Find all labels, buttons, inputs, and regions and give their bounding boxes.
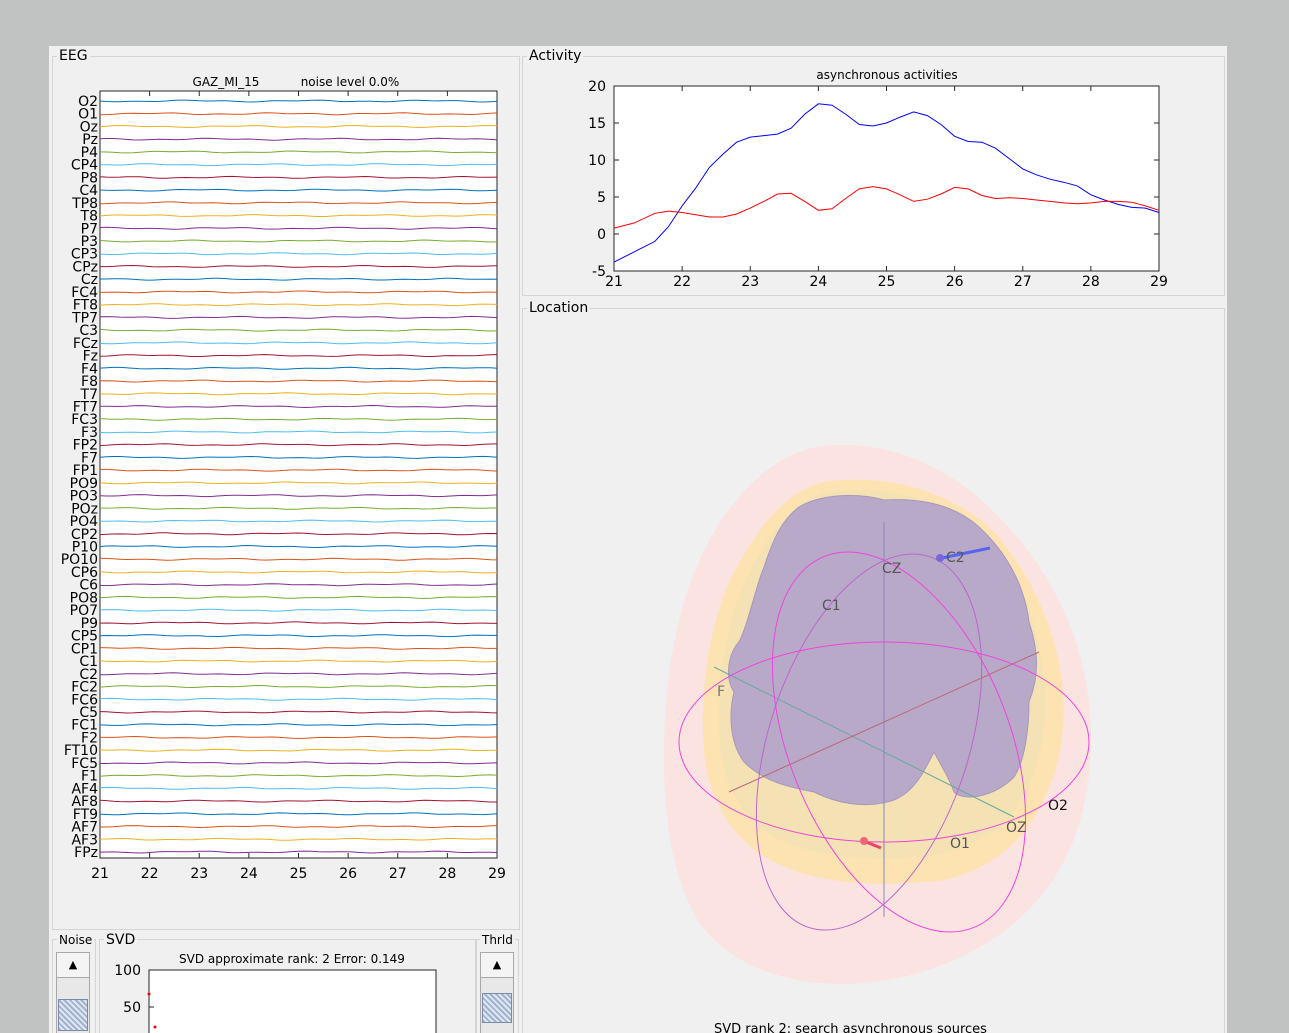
activity-ytick-label: 10 [588, 153, 606, 169]
eeg-panel-title: EEG [57, 48, 90, 64]
svd-plot-title: SVD approximate rank: 2 Error: 0.149 [179, 952, 405, 966]
activity-chart[interactable]: asynchronous activities 21 22 23 24 25 26 27 28… [524, 64, 1224, 296]
eeg-noise-level-label: noise level 0.0% [301, 75, 400, 89]
eeg-xtick-label: 21 [91, 866, 109, 882]
activity-xtick-label: 22 [673, 274, 691, 290]
activity-panel-title: Activity [527, 48, 584, 64]
activity-chart-title: asynchronous activities [816, 68, 957, 82]
noise-scroll-up-button[interactable]: ▲ [57, 953, 89, 978]
location-panel-title: Location [527, 300, 591, 316]
svd-ytick-50: 50 [123, 1000, 141, 1016]
threshold-panel-title: Thrld [480, 932, 515, 948]
noise-panel-title: Noise [57, 932, 95, 948]
activity-ytick-label: -5 [592, 264, 606, 280]
brain-surface [728, 495, 1037, 806]
svd-axes-box [148, 969, 437, 1033]
eeg-xtick-label: 26 [339, 866, 357, 882]
electrode-label-o1: O1 [950, 836, 970, 852]
electrode-label-o2: O2 [1048, 798, 1068, 814]
activity-xtick-label: 27 [1014, 274, 1032, 290]
noise-scroll-thumb[interactable] [58, 999, 88, 1031]
activity-xtick-label: 25 [878, 274, 896, 290]
threshold-scroll-thumb[interactable] [482, 993, 512, 1023]
svd-point-1 [147, 992, 151, 996]
dipole-blue-origin [936, 554, 944, 562]
eeg-xtick-label: 23 [190, 866, 208, 882]
electrode-label-cz: CZ [882, 561, 901, 577]
activity-xtick-label: 21 [605, 274, 623, 290]
activity-ytick-label: 15 [588, 116, 606, 132]
eeg-xtick-label: 24 [240, 866, 258, 882]
brain-3d-view[interactable]: C2 CZ C1 O2 OZ O1 F [524, 322, 1224, 1033]
activity-ytick-label: 20 [588, 79, 606, 95]
electrode-label-partial: F [717, 684, 725, 700]
dipole-red-origin [860, 837, 868, 845]
svd-point-2 [153, 1025, 157, 1029]
activity-xtick-label: 28 [1082, 274, 1100, 290]
threshold-scrollbar[interactable]: ▲ [480, 952, 514, 1033]
electrode-label-c2: C2 [946, 550, 965, 566]
svd-plot[interactable]: SVD approximate rank: 2 Error: 0.149 100… [99, 946, 477, 1033]
eeg-subject-label: GAZ_MI_15 [193, 75, 260, 89]
svd-ytick-100: 100 [114, 963, 141, 979]
eeg-channel-label: FPz [74, 845, 98, 861]
app-window: EEG GAZ_MI_15 noise level 0.0% O2 O1 Oz Pz P… [49, 46, 1227, 1033]
noise-scrollbar[interactable]: ▲ [56, 952, 90, 1033]
electrode-label-c1: C1 [822, 598, 841, 614]
location-status-caption: SVD rank 2: search asynchronous sources [714, 1022, 987, 1033]
electrode-label-oz: OZ [1006, 820, 1027, 836]
activity-axes-box [613, 85, 1160, 272]
activity-ytick-label: 0 [597, 227, 606, 243]
activity-xtick-label: 23 [741, 274, 759, 290]
eeg-xtick-label: 28 [438, 866, 456, 882]
activity-xtick-label: 29 [1150, 274, 1168, 290]
activity-xtick-label: 26 [946, 274, 964, 290]
eeg-xtick-label: 29 [488, 866, 506, 882]
eeg-plot[interactable]: GAZ_MI_15 noise level 0.0% O2O1OzPzP4CP4… [52, 70, 520, 930]
eeg-xtick-label: 25 [290, 866, 308, 882]
activity-ytick-label: 5 [597, 190, 606, 206]
eeg-xtick-label: 27 [389, 866, 407, 882]
activity-xtick-label: 24 [809, 274, 827, 290]
eeg-axes-box [99, 90, 498, 859]
eeg-xtick-label: 22 [141, 866, 159, 882]
threshold-scroll-up-button[interactable]: ▲ [481, 953, 513, 978]
